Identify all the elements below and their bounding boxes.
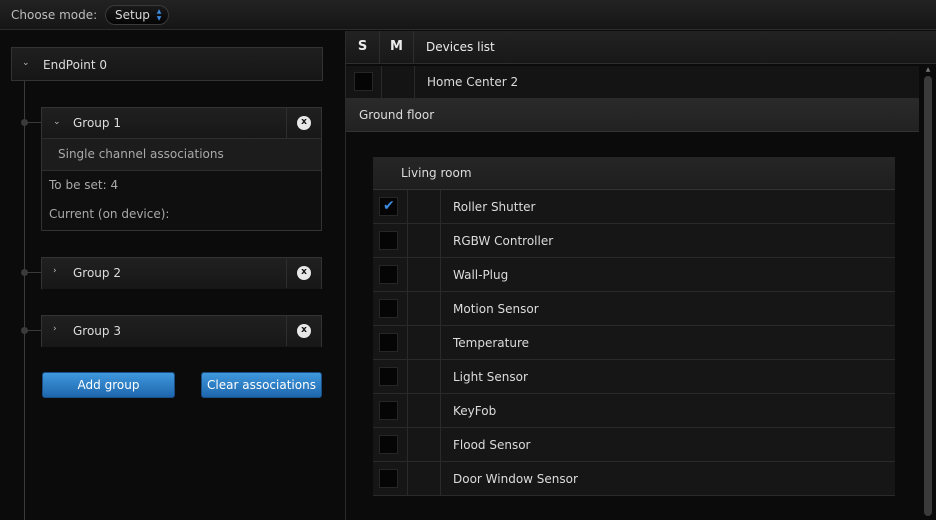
scrollbar[interactable]: ▲: [922, 66, 934, 520]
device-name: Temperature: [453, 336, 530, 350]
device-name: KeyFob: [453, 404, 497, 418]
mode-label: Choose mode:: [11, 8, 98, 22]
device-row: Light Sensor: [373, 360, 895, 394]
room-living-room: Living room ✔ Roller Shutter RGBW Contro…: [373, 157, 895, 496]
group-close-area: x: [286, 108, 321, 138]
device-checkbox[interactable]: [379, 469, 398, 488]
close-icon[interactable]: x: [297, 324, 311, 338]
tree-branch: [25, 122, 42, 123]
chevron-down-icon: ⌄: [22, 58, 30, 68]
device-checkbox[interactable]: [379, 299, 398, 318]
home-center-row: Home Center 2: [346, 66, 919, 99]
group-label: Group 2: [73, 266, 121, 280]
chevron-right-icon: ›: [53, 266, 57, 276]
endpoint-label: EndPoint 0: [43, 58, 108, 72]
group-label: Group 3: [73, 324, 121, 338]
tree-branch: [25, 272, 42, 273]
device-row: Flood Sensor: [373, 428, 895, 462]
group-2: › Group 2 x: [41, 257, 322, 289]
column-separator: [407, 360, 408, 393]
device-row: KeyFob: [373, 394, 895, 428]
column-separator: [407, 394, 408, 427]
group-close-area: x: [286, 258, 321, 288]
column-separator: [440, 190, 441, 223]
column-separator: [407, 292, 408, 325]
select-arrows-icon: ▲ ▼: [156, 8, 162, 22]
group-header[interactable]: › Group 2 x: [42, 258, 321, 289]
endpoint-header[interactable]: ⌄ EndPoint 0: [11, 47, 323, 81]
device-name: Flood Sensor: [453, 438, 531, 452]
group-close-area: x: [286, 316, 321, 346]
column-separator: [440, 428, 441, 461]
column-separator: [407, 258, 408, 291]
column-separator: [407, 326, 408, 359]
column-separator: [414, 66, 415, 98]
room-header[interactable]: Living room: [373, 157, 895, 190]
column-separator: [440, 224, 441, 257]
close-icon[interactable]: x: [297, 116, 311, 130]
devices-panel: S M Devices list Home Center 2 Ground fl…: [346, 31, 936, 520]
column-separator: [440, 394, 441, 427]
device-row: Temperature: [373, 326, 895, 360]
column-separator: [407, 224, 408, 257]
device-name: Light Sensor: [453, 370, 528, 384]
top-bar: Choose mode: Setup ▲ ▼: [0, 0, 936, 30]
chevron-right-icon: ›: [53, 324, 57, 334]
column-separator: [407, 462, 408, 495]
column-separator: [407, 428, 408, 461]
group-header[interactable]: › Group 3 x: [42, 316, 321, 347]
add-group-button[interactable]: Add group: [42, 372, 175, 398]
device-checkbox[interactable]: [379, 401, 398, 420]
home-center-label: Home Center 2: [427, 75, 519, 89]
device-name: Wall-Plug: [453, 268, 509, 282]
device-row: Door Window Sensor: [373, 462, 895, 496]
column-separator: [440, 462, 441, 495]
device-checkbox[interactable]: [379, 231, 398, 250]
scrollbar-thumb[interactable]: [924, 76, 932, 516]
to-be-set-text: To be set: 4: [49, 178, 119, 192]
device-name: RGBW Controller: [453, 234, 554, 248]
device-name: Roller Shutter: [453, 200, 536, 214]
column-separator: [407, 190, 408, 223]
group-header[interactable]: ⌄ Group 1 x: [42, 108, 321, 139]
scroll-up-icon[interactable]: ▲: [924, 66, 932, 74]
column-separator: [381, 66, 382, 98]
column-header-m[interactable]: M: [380, 31, 414, 64]
device-checkbox[interactable]: ✔: [379, 197, 398, 216]
column-header-s[interactable]: S: [346, 31, 380, 64]
device-row: Motion Sensor: [373, 292, 895, 326]
device-row: ✔ Roller Shutter: [373, 190, 895, 224]
group-1: ⌄ Group 1 x Single channel associations …: [41, 107, 322, 231]
device-checkbox[interactable]: [379, 333, 398, 352]
tree-branch: [25, 330, 42, 331]
device-checkbox[interactable]: [379, 435, 398, 454]
device-checkbox[interactable]: [379, 265, 398, 284]
floor-header[interactable]: Ground floor: [346, 99, 919, 132]
device-row: Wall-Plug: [373, 258, 895, 292]
group-label: Group 1: [73, 116, 121, 130]
device-name: Door Window Sensor: [453, 472, 578, 486]
column-separator: [440, 258, 441, 291]
close-icon[interactable]: x: [297, 266, 311, 280]
column-separator: [440, 326, 441, 359]
devices-list-header: Devices list: [414, 31, 936, 64]
group-3: › Group 3 x: [41, 315, 322, 347]
current-on-device-text: Current (on device):: [49, 207, 170, 221]
column-separator: [440, 360, 441, 393]
mode-select[interactable]: Setup ▲ ▼: [105, 5, 169, 25]
device-row: RGBW Controller: [373, 224, 895, 258]
checkmark-icon: ✔: [383, 198, 395, 214]
mode-select-value: Setup: [115, 8, 150, 22]
tree-line: [24, 80, 25, 520]
column-separator: [440, 292, 441, 325]
chevron-down-icon: ⌄: [53, 117, 61, 127]
device-name: Motion Sensor: [453, 302, 539, 316]
home-center-checkbox[interactable]: [354, 72, 373, 91]
clear-associations-button[interactable]: Clear associations: [201, 372, 322, 398]
device-checkbox[interactable]: [379, 367, 398, 386]
group-subheading: Single channel associations: [42, 139, 321, 171]
